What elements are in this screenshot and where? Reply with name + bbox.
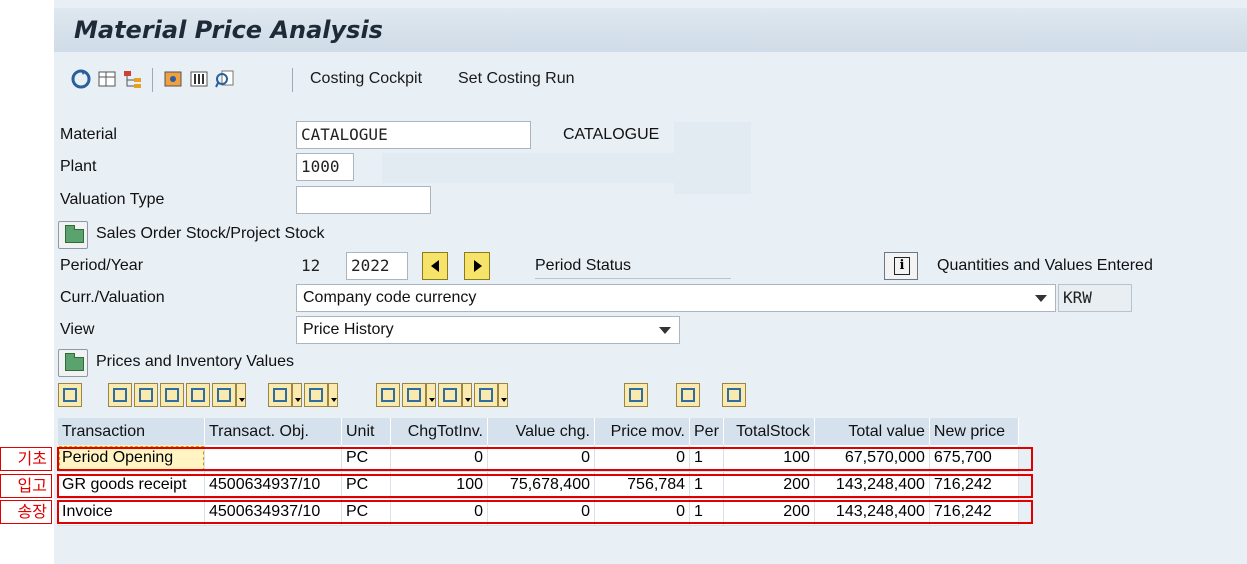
subtotal-icon[interactable]: [304, 383, 328, 407]
info-icon: i: [894, 257, 910, 275]
currency-valuation-value: Company code currency: [303, 289, 477, 306]
plant-input[interactable]: 1000: [296, 153, 354, 181]
year-input[interactable]: 2022: [346, 252, 408, 280]
arrow-right-icon: [474, 260, 482, 272]
columns-icon[interactable]: [188, 68, 210, 90]
sum-dropdown[interactable]: [292, 383, 302, 407]
search-doc-icon[interactable]: [214, 68, 236, 90]
period-year-label: Period/Year: [60, 257, 144, 274]
column-header[interactable]: Transact. Obj.: [204, 418, 342, 445]
layout-icon[interactable]: [474, 383, 498, 407]
views-dropdown[interactable]: [426, 383, 436, 407]
valuation-icon[interactable]: [162, 68, 184, 90]
view-value: Price History: [303, 321, 394, 338]
next-period-button[interactable]: [464, 252, 490, 280]
valuation-type-label: Valuation Type: [60, 191, 165, 208]
masked-area: [382, 153, 751, 183]
grid-toolbar: [58, 383, 778, 411]
column-header[interactable]: TotalStock: [723, 418, 815, 445]
column-header[interactable]: Price mov.: [594, 418, 690, 445]
material-label: Material: [60, 126, 117, 143]
sum-icon[interactable]: [268, 383, 292, 407]
column-header[interactable]: Total value: [814, 418, 930, 445]
info-icon[interactable]: [676, 383, 700, 407]
chevron-down-icon: [1035, 295, 1047, 302]
copy-icon[interactable]: [722, 383, 746, 407]
annotation-box: [57, 500, 1033, 524]
find-next-icon[interactable]: [186, 383, 210, 407]
export-dropdown[interactable]: [462, 383, 472, 407]
find-icon[interactable]: [160, 383, 184, 407]
hierarchy-icon[interactable]: [122, 68, 144, 90]
title-bar: Material Price Analysis: [54, 8, 1247, 52]
details-icon[interactable]: [58, 383, 82, 407]
folder-icon: [65, 353, 84, 371]
column-header[interactable]: Unit: [341, 418, 391, 445]
page-title: Material Price Analysis: [74, 16, 383, 44]
info-button[interactable]: i: [884, 252, 918, 280]
column-header[interactable]: Per: [689, 418, 724, 445]
subtotal-dropdown[interactable]: [328, 383, 338, 407]
views-icon[interactable]: [402, 383, 426, 407]
layout-dropdown[interactable]: [498, 383, 508, 407]
currency-valuation-select[interactable]: Company code currency: [296, 284, 1056, 312]
set-costing-run-button[interactable]: Set Costing Run: [458, 70, 575, 88]
period-input[interactable]: 12: [296, 252, 342, 280]
application-toolbar: Costing Cockpit Set Costing Run: [54, 60, 1247, 100]
arrow-left-icon: [431, 260, 439, 272]
filter-icon[interactable]: [212, 383, 236, 407]
column-header[interactable]: Transaction: [58, 418, 205, 445]
quantities-values-label: Quantities and Values Entered: [937, 257, 1153, 274]
costing-cockpit-button[interactable]: Costing Cockpit: [310, 70, 422, 88]
view-label: View: [60, 321, 95, 338]
chevron-down-icon: [659, 327, 671, 334]
prices-inventory-label[interactable]: Prices and Inventory Values: [96, 353, 294, 371]
column-header[interactable]: ChgTotInv.: [390, 418, 488, 445]
annotation-label-invoice: 송장: [0, 500, 52, 524]
plant-label: Plant: [60, 158, 97, 175]
sort-ascending-icon[interactable]: [108, 383, 132, 407]
previous-period-button[interactable]: [422, 252, 448, 280]
column-header[interactable]: New price: [929, 418, 1019, 445]
column-header[interactable]: Value chg.: [487, 418, 595, 445]
sales-order-stock-label[interactable]: Sales Order Stock/Project Stock: [96, 225, 325, 243]
chart-icon[interactable]: [624, 383, 648, 407]
folder-icon: [65, 225, 84, 243]
layout-icon[interactable]: [96, 68, 118, 90]
valuation-type-input[interactable]: [296, 186, 431, 214]
table-header-row: Transaction Transact. Obj. Unit ChgTotIn…: [58, 418, 1019, 445]
sort-descending-icon[interactable]: [134, 383, 158, 407]
refresh-icon[interactable]: [70, 68, 92, 90]
export-icon[interactable]: [438, 383, 462, 407]
annotation-box: [57, 447, 1033, 471]
prices-inventory-button[interactable]: [58, 349, 88, 377]
annotation-box: [57, 474, 1033, 498]
view-select[interactable]: Price History: [296, 316, 680, 344]
material-input[interactable]: CATALOGUE: [296, 121, 531, 149]
sales-order-stock-button[interactable]: [58, 221, 88, 249]
period-status-label: Period Status: [535, 257, 632, 274]
filter-dropdown[interactable]: [236, 383, 246, 407]
annotation-label-receipt: 입고: [0, 474, 52, 498]
print-icon[interactable]: [376, 383, 400, 407]
material-description: CATALOGUE: [563, 126, 660, 143]
annotation-label-opening: 기초: [0, 447, 52, 471]
currency-valuation-label: Curr./Valuation: [60, 289, 165, 306]
currency-code-field: KRW: [1058, 284, 1132, 312]
